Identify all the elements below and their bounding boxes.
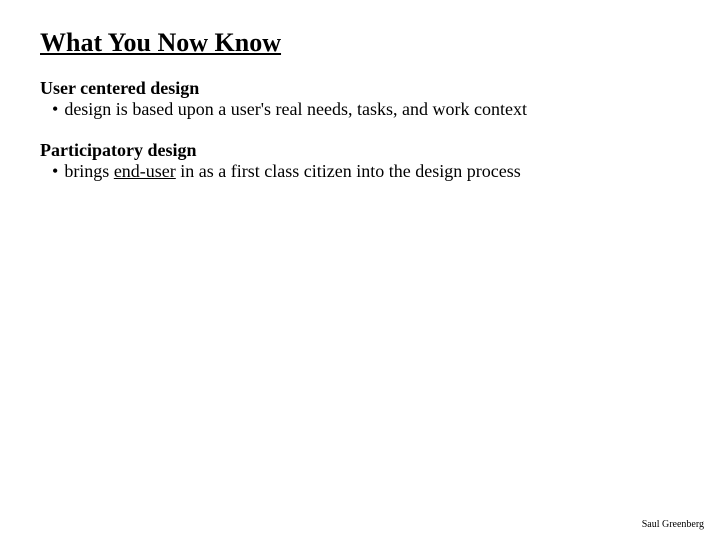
section-2-bullet-text: brings end-user in as a first class citi… bbox=[64, 161, 680, 182]
footer-author: Saul Greenberg bbox=[642, 519, 704, 530]
bullet-underlined: end-user bbox=[114, 161, 176, 181]
bullet-suffix: in as a first class citizen into the des… bbox=[176, 161, 521, 181]
bullet-icon: • bbox=[52, 161, 58, 182]
section-1: User centered design • design is based u… bbox=[40, 78, 680, 120]
section-2-heading: Participatory design bbox=[40, 140, 680, 161]
bullet-prefix: brings bbox=[64, 161, 114, 181]
slide-title: What You Now Know bbox=[40, 28, 680, 58]
section-2-bullet: • brings end-user in as a first class ci… bbox=[40, 161, 680, 182]
section-2: Participatory design • brings end-user i… bbox=[40, 140, 680, 182]
section-1-bullet-text: design is based upon a user's real needs… bbox=[64, 99, 680, 120]
section-1-bullet: • design is based upon a user's real nee… bbox=[40, 99, 680, 120]
section-1-heading: User centered design bbox=[40, 78, 680, 99]
bullet-icon: • bbox=[52, 99, 58, 120]
